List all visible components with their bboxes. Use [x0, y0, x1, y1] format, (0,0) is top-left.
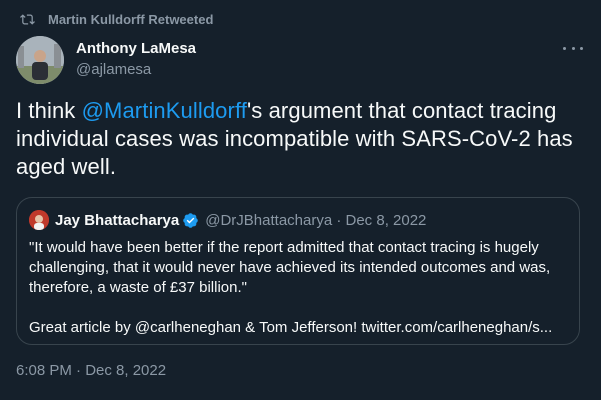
tweet-text: I think @MartinKulldorff's argument that…: [16, 97, 588, 181]
tweet-timestamp[interactable]: 6:08 PM · Dec 8, 2022: [16, 362, 166, 379]
quoted-text-second: Great article by @carlheneghan & Tom Jef…: [29, 319, 553, 336]
retweet-icon: [20, 14, 35, 25]
verified-badge-icon: [183, 212, 198, 228]
tweet-card: Martin Kulldorff Retweeted Anthony LaMes…: [0, 0, 601, 400]
dot: [563, 46, 566, 50]
avatar-image: [16, 36, 64, 84]
quoted-tweet[interactable]: Jay Bhattacharya @DrJBhattacharya · Dec …: [16, 197, 580, 345]
quoted-avatar-image: [29, 210, 49, 230]
more-options-icon[interactable]: [563, 40, 583, 56]
quoted-text: "It would have been better if the report…: [29, 239, 551, 296]
quoted-tweet-meta: @DrJBhattacharya · Dec 8, 2022: [205, 211, 427, 229]
retweet-indicator[interactable]: Martin Kulldorff Retweeted: [20, 12, 213, 27]
tweet-text-start: I think: [16, 98, 82, 123]
quoted-tweet-header: Jay Bhattacharya @DrJBhattacharya · Dec …: [29, 210, 426, 230]
quoted-tweet-body: "It would have been better if the report…: [29, 238, 571, 338]
quoted-author-name: Jay Bhattacharya: [55, 211, 180, 229]
author-info: Anthony LaMesa @ajlamesa: [76, 40, 196, 80]
author-avatar[interactable]: [16, 36, 64, 84]
dot: [580, 46, 583, 50]
dot: [571, 46, 575, 50]
author-name[interactable]: Anthony LaMesa: [76, 40, 196, 58]
mention-link[interactable]: @MartinKulldorff: [82, 98, 247, 123]
retweet-label: Martin Kulldorff Retweeted: [48, 12, 214, 27]
author-handle[interactable]: @ajlamesa: [76, 60, 196, 80]
quoted-author-avatar: [29, 210, 49, 230]
